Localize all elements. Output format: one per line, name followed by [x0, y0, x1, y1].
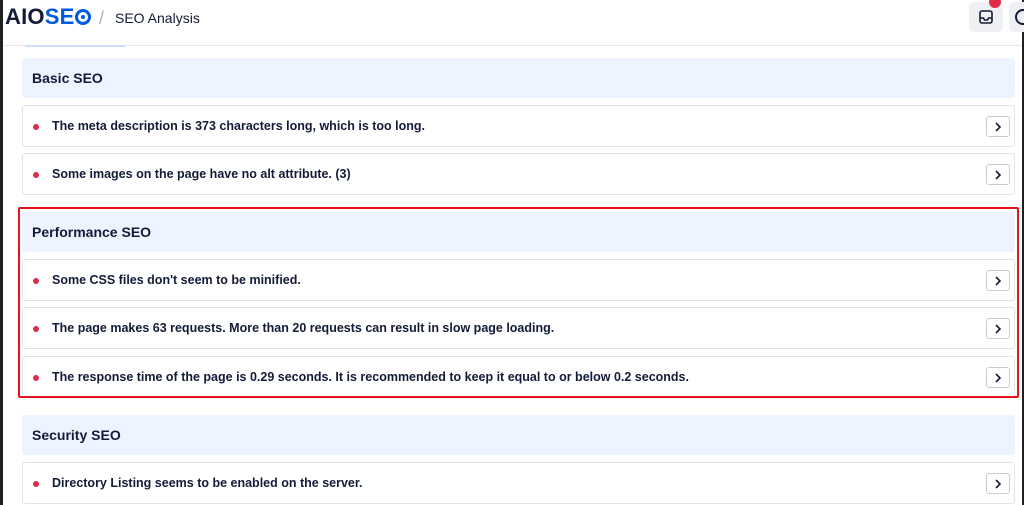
issue-text: The page makes 63 requests. More than 20… — [52, 321, 555, 335]
expand-button[interactable] — [986, 318, 1010, 339]
error-dot-icon — [33, 172, 39, 178]
chevron-right-icon — [995, 169, 1002, 180]
help-circle-icon — [1015, 9, 1024, 25]
section-header-basic-seo: Basic SEO — [22, 58, 1015, 98]
breadcrumb-separator: / — [99, 8, 105, 28]
issue-text: Directory Listing seems to be enabled on… — [52, 476, 363, 490]
expand-button[interactable] — [986, 164, 1010, 185]
inbox-icon — [979, 10, 993, 24]
chevron-right-icon — [995, 275, 1002, 286]
logo-gear-icon — [75, 9, 92, 25]
issue-text: The meta description is 373 characters l… — [52, 119, 426, 133]
section-header-performance-seo: Performance SEO — [22, 212, 1015, 252]
list-item[interactable]: Directory Listing seems to be enabled on… — [22, 462, 1015, 504]
aioseo-logo[interactable]: AIO SE — [5, 4, 92, 29]
issue-text: Some CSS files don't seem to be minified… — [52, 273, 301, 287]
page-title: SEO Analysis — [115, 10, 200, 26]
chevron-right-icon — [995, 121, 1002, 132]
expand-button[interactable] — [986, 270, 1010, 291]
error-dot-icon — [33, 326, 39, 332]
logo-text-prefix: AIO — [5, 4, 45, 29]
error-dot-icon — [33, 481, 39, 487]
list-item[interactable]: The response time of the page is 0.29 se… — [22, 356, 1015, 398]
logo-text-suffix: SE — [44, 4, 75, 29]
expand-button[interactable] — [986, 473, 1010, 494]
issue-text: Some images on the page have no alt attr… — [52, 167, 351, 181]
section-header-security-seo: Security SEO — [22, 415, 1015, 455]
active-tab-indicator — [25, 45, 125, 47]
help-button[interactable] — [1009, 2, 1024, 32]
chevron-right-icon — [995, 323, 1002, 334]
issue-text: The response time of the page is 0.29 se… — [52, 370, 689, 384]
expand-button[interactable] — [986, 367, 1010, 388]
list-item[interactable]: The page makes 63 requests. More than 20… — [22, 307, 1015, 349]
list-item[interactable]: Some images on the page have no alt attr… — [22, 153, 1015, 195]
list-item[interactable]: The meta description is 373 characters l… — [22, 105, 1015, 147]
error-dot-icon — [33, 375, 39, 381]
list-item[interactable]: Some CSS files don't seem to be minified… — [22, 259, 1015, 301]
top-bar: AIO SE / SEO Analysis — [3, 0, 1024, 47]
chevron-right-icon — [995, 478, 1002, 489]
window-border-left — [0, 0, 3, 505]
expand-button[interactable] — [986, 116, 1010, 137]
error-dot-icon — [33, 124, 39, 130]
chevron-right-icon — [995, 372, 1002, 383]
error-dot-icon — [33, 278, 39, 284]
